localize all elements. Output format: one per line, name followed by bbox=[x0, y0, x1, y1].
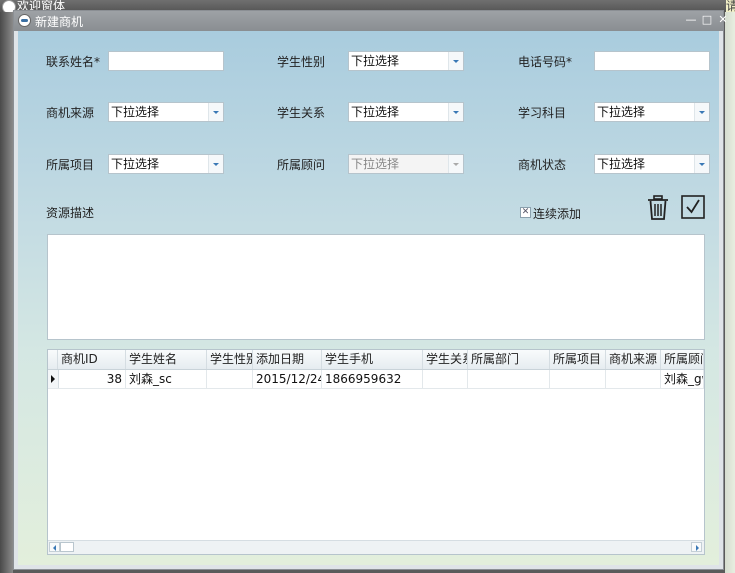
chevron-down-icon[interactable] bbox=[208, 155, 223, 173]
grid-header-cell[interactable]: 学生手机 bbox=[322, 350, 423, 369]
close-button[interactable]: ✕ bbox=[716, 13, 730, 27]
grid-header-cell[interactable]: 学生姓名 bbox=[126, 350, 207, 369]
grid-header-cell[interactable]: 商机来源 bbox=[606, 350, 661, 369]
chevron-down-icon[interactable] bbox=[694, 155, 709, 173]
continuous-add-label[interactable]: 连续添加 bbox=[533, 205, 581, 222]
minimize-button[interactable]: — bbox=[684, 13, 698, 27]
subject-select[interactable]: 下拉选择 bbox=[594, 102, 710, 122]
subject-label: 学习科目 bbox=[518, 106, 567, 120]
consultant-value: 下拉选择 bbox=[351, 157, 400, 171]
horizontal-scrollbar[interactable] bbox=[48, 540, 704, 554]
scrollbar-thumb[interactable] bbox=[60, 542, 74, 552]
student-gender-value: 下拉选择 bbox=[351, 54, 400, 68]
relation-select[interactable]: 下拉选择 bbox=[348, 102, 464, 122]
table-cell[interactable]: 刘森_gw bbox=[661, 370, 704, 388]
grid-corner-cell bbox=[48, 350, 58, 369]
grid-header-cell[interactable]: 所属项目 bbox=[550, 350, 606, 369]
table-cell[interactable] bbox=[550, 370, 606, 388]
source-label: 商机来源 bbox=[46, 106, 95, 120]
trash-icon[interactable] bbox=[647, 195, 669, 221]
project-label: 所属项目 bbox=[46, 158, 95, 172]
chevron-down-icon[interactable] bbox=[208, 103, 223, 121]
grid-header-cell[interactable]: 学生性别 bbox=[207, 350, 253, 369]
table-cell[interactable] bbox=[423, 370, 468, 388]
continuous-add-checkbox[interactable]: ✕ bbox=[520, 207, 531, 218]
project-value: 下拉选择 bbox=[111, 157, 160, 171]
consultant-label: 所属顾问 bbox=[277, 158, 326, 172]
status-select[interactable]: 下拉选择 bbox=[594, 154, 710, 174]
table-row[interactable]: 38 刘森_sc 2015/12/24 1866959632 刘森_gw bbox=[48, 370, 704, 389]
chevron-down-icon[interactable] bbox=[694, 103, 709, 121]
maximize-button[interactable]: □ bbox=[700, 13, 714, 27]
consultant-select: 下拉选择 bbox=[348, 154, 464, 174]
dialog-titlebar[interactable]: 新建商机 — □ ✕ bbox=[14, 11, 728, 31]
table-cell[interactable]: 1866959632 bbox=[322, 370, 423, 388]
chevron-down-icon[interactable] bbox=[448, 52, 463, 70]
background-window-right-text: 请 bbox=[726, 0, 735, 12]
grid-header-cell[interactable]: 学生关系 bbox=[423, 350, 468, 369]
phone-input[interactable] bbox=[594, 51, 710, 71]
student-gender-select[interactable]: 下拉选择 bbox=[348, 51, 464, 71]
contact-name-label: 联系姓名* bbox=[46, 55, 101, 69]
status-value: 下拉选择 bbox=[597, 157, 646, 171]
grid-header-cell[interactable]: 所属部门 bbox=[468, 350, 550, 369]
opportunity-grid: 商机ID 学生姓名 学生性别 添加日期 学生手机 学生关系 所属部门 所属项目 … bbox=[47, 349, 705, 555]
table-cell[interactable] bbox=[207, 370, 253, 388]
table-cell[interactable] bbox=[468, 370, 550, 388]
project-select[interactable]: 下拉选择 bbox=[108, 154, 224, 174]
dialog-content: 联系姓名* 学生性别 下拉选择 电话号码* 商机来源 下拉选择 学生关系 下拉选… bbox=[18, 31, 719, 565]
background-window-right-edge bbox=[725, 12, 735, 573]
scroll-right-icon[interactable] bbox=[691, 542, 702, 552]
dialog-title: 新建商机 bbox=[35, 15, 84, 29]
new-opportunity-dialog: 新建商机 — □ ✕ 联系姓名* 学生性别 下拉选择 电话号码* 商机来源 下拉… bbox=[13, 10, 728, 570]
source-value: 下拉选择 bbox=[111, 105, 160, 119]
chevron-down-icon[interactable] bbox=[448, 103, 463, 121]
grid-header: 商机ID 学生姓名 学生性别 添加日期 学生手机 学生关系 所属部门 所属项目 … bbox=[48, 350, 704, 370]
student-gender-label: 学生性别 bbox=[277, 55, 326, 69]
grid-header-cell[interactable]: 添加日期 bbox=[253, 350, 322, 369]
chevron-down-icon bbox=[448, 155, 463, 173]
table-cell[interactable]: 2015/12/24 bbox=[253, 370, 322, 388]
table-cell[interactable]: 刘森_sc bbox=[126, 370, 207, 388]
background-window-left-edge bbox=[0, 12, 13, 573]
status-label: 商机状态 bbox=[518, 158, 567, 172]
subject-value: 下拉选择 bbox=[597, 105, 646, 119]
phone-label: 电话号码* bbox=[518, 55, 573, 69]
relation-label: 学生关系 bbox=[277, 106, 326, 120]
relation-value: 下拉选择 bbox=[351, 105, 400, 119]
scroll-left-icon[interactable] bbox=[49, 542, 60, 552]
description-label: 资源描述 bbox=[46, 206, 95, 220]
table-cell[interactable]: 38 bbox=[58, 370, 126, 388]
table-cell[interactable] bbox=[606, 370, 661, 388]
app-logo-icon bbox=[18, 14, 31, 27]
contact-name-input[interactable] bbox=[108, 51, 224, 71]
confirm-check-icon[interactable] bbox=[681, 195, 705, 219]
grid-header-cell[interactable]: 所属顾问 bbox=[661, 350, 704, 369]
description-textarea[interactable] bbox=[47, 234, 705, 340]
source-select[interactable]: 下拉选择 bbox=[108, 102, 224, 122]
grid-header-cell[interactable]: 商机ID bbox=[58, 350, 126, 369]
